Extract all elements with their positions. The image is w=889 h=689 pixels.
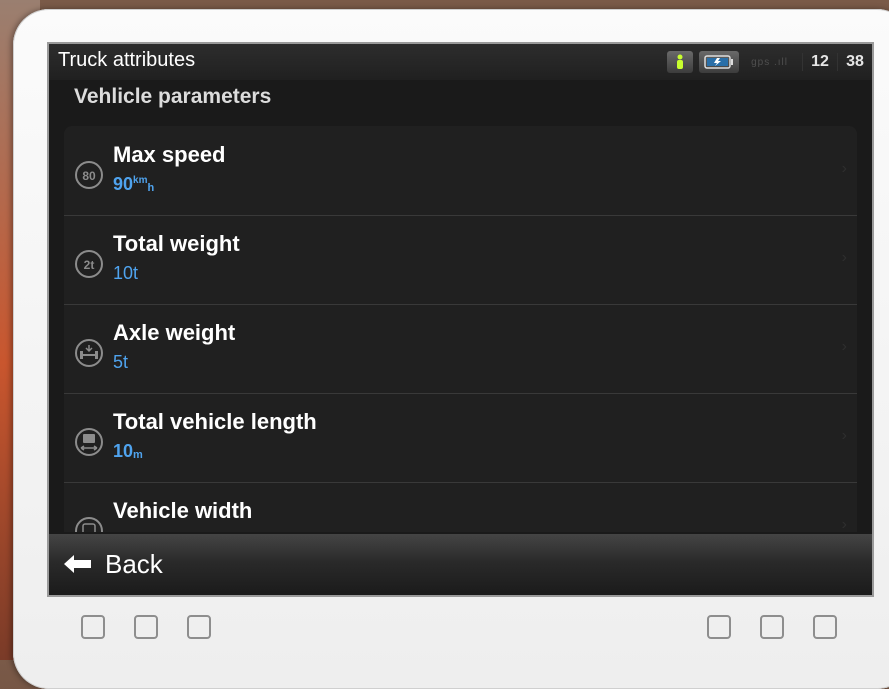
clock-hours: 12 <box>802 53 837 71</box>
gps-signal-icon: gps .ıll <box>751 56 788 68</box>
clock: 12 38 <box>802 53 872 71</box>
row-label: Vehicle width <box>113 498 253 523</box>
list-item-axle-weight[interactable]: Axle weight 5t › <box>64 304 857 394</box>
settings-list[interactable]: 80 Max speed 90kmh › 2t Total weight 10t… <box>64 126 857 532</box>
speed-limit-icon-text: 80 <box>82 169 96 183</box>
window-title: Truck attributes <box>58 49 196 71</box>
row-value-unit: km <box>133 175 148 186</box>
chevron-right-icon: › <box>841 249 847 266</box>
back-button[interactable]: Back <box>61 544 163 584</box>
vehicle-length-icon <box>75 428 103 456</box>
row-label: Total vehicle length <box>113 409 317 434</box>
hardware-button-right-1[interactable] <box>707 615 731 639</box>
footer-bar: Back <box>49 534 872 595</box>
hardware-button-right-2[interactable] <box>760 615 784 639</box>
row-value-unit-denominator: h <box>147 182 155 194</box>
row-label: Total weight <box>113 231 240 256</box>
list-item-total-weight[interactable]: 2t Total weight 10t › <box>64 215 857 305</box>
chevron-right-icon: › <box>841 516 847 532</box>
clock-minutes: 38 <box>837 53 872 71</box>
chevron-right-icon: › <box>841 338 847 355</box>
row-label: Axle weight <box>113 320 236 345</box>
page-title: Vehlicle parameters <box>74 85 272 108</box>
vehicle-width-icon <box>75 517 103 532</box>
status-bar: Truck attributes gps .ıll 12 38 <box>49 44 872 80</box>
battery-icon <box>699 51 740 73</box>
back-button-label: Back <box>105 548 163 579</box>
row-value: 10t <box>113 263 139 283</box>
row-value-unit: m <box>133 449 143 461</box>
hardware-button-right-3[interactable] <box>813 615 837 639</box>
row-value-number: 90 <box>113 174 134 194</box>
row-value: 5t <box>113 352 129 372</box>
list-item-vehicle-width[interactable]: Vehicle width › <box>64 482 857 532</box>
row-value: 90kmh <box>113 174 154 195</box>
speed-limit-icon: 80 <box>75 161 103 189</box>
arrow-left-icon <box>64 555 91 573</box>
hardware-button-left-3[interactable] <box>187 615 211 639</box>
weight-limit-icon: 2t <box>75 250 103 278</box>
status-icons: gps .ıll 12 38 <box>667 50 872 74</box>
person-icon <box>667 51 694 73</box>
axle-weight-icon <box>75 339 103 367</box>
row-value: 10m <box>113 441 143 462</box>
hardware-button-left-1[interactable] <box>81 615 105 639</box>
hardware-button-left-2[interactable] <box>134 615 158 639</box>
list-item-total-vehicle-length[interactable]: Total vehicle length 10m › <box>64 393 857 483</box>
row-label: Max speed <box>113 142 226 167</box>
app-screen: Truck attributes gps .ıll 12 38 Vehlicle… <box>49 44 872 595</box>
list-item-max-speed[interactable]: 80 Max speed 90kmh › <box>64 126 857 216</box>
chevron-right-icon: › <box>841 160 847 177</box>
weight-limit-icon-text: 2t <box>84 258 95 272</box>
row-value-number: 10 <box>113 441 134 461</box>
gps-label: gps <box>751 56 771 68</box>
chevron-right-icon: › <box>841 427 847 444</box>
